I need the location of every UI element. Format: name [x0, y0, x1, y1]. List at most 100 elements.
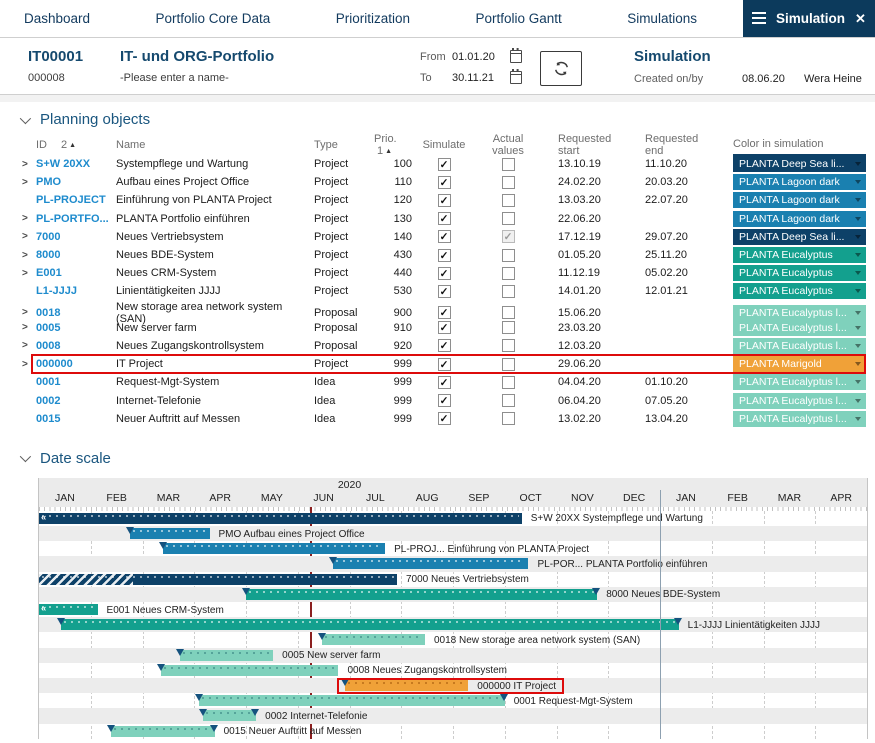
- simulate-checkbox[interactable]: ✓: [438, 339, 451, 352]
- simulate-checkbox[interactable]: ✓: [438, 249, 451, 262]
- chevron-down-icon[interactable]: [20, 112, 31, 123]
- table-row[interactable]: 0001Request-Mgt-SystemIdea999✓04.04.2001…: [18, 373, 866, 391]
- planning-row-id[interactable]: PL-PROJECT: [36, 194, 116, 206]
- table-row[interactable]: 0015Neuer Auftritt auf MessenIdea999✓13.…: [18, 410, 866, 428]
- actual-values-checkbox[interactable]: [502, 358, 515, 371]
- actual-values-checkbox[interactable]: [502, 412, 515, 425]
- simulate-checkbox[interactable]: ✓: [438, 285, 451, 298]
- color-select[interactable]: PLANTA Eucalyptus l...: [733, 374, 866, 390]
- nav-tab-portfolio-core-data[interactable]: Portfolio Core Data: [155, 11, 270, 26]
- gantt-bar[interactable]: [199, 695, 504, 706]
- planning-row-id[interactable]: 7000: [36, 231, 116, 243]
- color-select[interactable]: PLANTA Eucalyptus: [733, 265, 866, 281]
- gantt-bar[interactable]: [345, 680, 468, 691]
- nav-tab-portfolio-gantt[interactable]: Portfolio Gantt: [475, 11, 561, 26]
- actual-values-checkbox[interactable]: [502, 394, 515, 407]
- simulate-checkbox[interactable]: ✓: [438, 230, 451, 243]
- gantt-bar[interactable]: [39, 574, 397, 585]
- planning-row-id[interactable]: 8000: [36, 249, 116, 261]
- color-select[interactable]: PLANTA Lagoon dark: [733, 211, 866, 227]
- actual-values-checkbox[interactable]: [502, 339, 515, 352]
- color-select[interactable]: PLANTA Eucalyptus l...: [733, 411, 866, 427]
- gantt-bar[interactable]: [246, 589, 597, 600]
- actual-values-checkbox[interactable]: ✓: [502, 230, 515, 243]
- planning-row-id[interactable]: 000000: [36, 358, 116, 370]
- table-row[interactable]: >8000Neues BDE-SystemProject430✓01.05.20…: [18, 246, 866, 264]
- col-header-actual-values[interactable]: Actual values: [476, 133, 540, 157]
- gantt-bar[interactable]: [111, 726, 215, 737]
- expand-arrow-icon[interactable]: >: [18, 159, 36, 170]
- portfolio-subtitle[interactable]: -Please enter a name-: [120, 72, 420, 84]
- gantt-bar[interactable]: [333, 558, 528, 569]
- table-row[interactable]: >0005New server farmProposal910✓23.03.20…: [18, 319, 866, 337]
- table-row[interactable]: >000000IT ProjectProject999✓29.06.20PLAN…: [18, 355, 866, 373]
- simulate-checkbox[interactable]: ✓: [438, 394, 451, 407]
- table-row[interactable]: >7000Neues VertriebsystemProject140✓✓17.…: [18, 228, 866, 246]
- col-header-color-in-simulation[interactable]: Color in simulation: [733, 134, 866, 156]
- table-row[interactable]: >0018New storage area network system (SA…: [18, 301, 866, 319]
- planning-row-id[interactable]: 0005: [36, 322, 116, 334]
- actual-values-checkbox[interactable]: [502, 194, 515, 207]
- simulate-checkbox[interactable]: ✓: [438, 412, 451, 425]
- simulate-checkbox[interactable]: ✓: [438, 306, 451, 319]
- nav-tab-prioritization[interactable]: Prioritization: [336, 11, 410, 26]
- calendar-icon[interactable]: [510, 71, 522, 84]
- close-icon[interactable]: ✕: [855, 12, 866, 25]
- gantt-bar[interactable]: [203, 710, 256, 721]
- simulate-checkbox[interactable]: ✓: [438, 358, 451, 371]
- gantt-bar[interactable]: «: [39, 513, 522, 524]
- planning-row-id[interactable]: 0002: [36, 395, 116, 407]
- gantt-bar[interactable]: [180, 650, 273, 661]
- color-select[interactable]: PLANTA Eucalyptus l...: [733, 305, 866, 321]
- from-date-field[interactable]: 01.01.20: [452, 51, 510, 63]
- refresh-button[interactable]: [540, 51, 582, 86]
- col-header-prio[interactable]: Prio.1▲: [374, 133, 412, 157]
- chevron-down-icon[interactable]: [20, 451, 31, 462]
- expand-arrow-icon[interactable]: >: [18, 322, 36, 333]
- table-row[interactable]: >0008Neues ZugangskontrollsystemProposal…: [18, 337, 866, 355]
- color-select[interactable]: PLANTA Eucalyptus l...: [733, 393, 866, 409]
- expand-arrow-icon[interactable]: >: [18, 359, 36, 370]
- gantt-bar[interactable]: [161, 665, 338, 676]
- table-row[interactable]: >S+W 20XXSystempflege und WartungProject…: [18, 155, 866, 173]
- simulate-checkbox[interactable]: ✓: [438, 194, 451, 207]
- col-header-requested-start[interactable]: Requested start: [540, 133, 628, 157]
- actual-values-checkbox[interactable]: [502, 376, 515, 389]
- actual-values-checkbox[interactable]: [502, 267, 515, 280]
- gantt-bar[interactable]: [130, 528, 210, 539]
- gantt-bar[interactable]: [163, 543, 385, 554]
- col-header-requested-end[interactable]: Requested end: [628, 133, 718, 157]
- col-header-id[interactable]: ID2▲: [36, 139, 116, 151]
- simulate-checkbox[interactable]: ✓: [438, 212, 451, 225]
- expand-arrow-icon[interactable]: >: [18, 250, 36, 261]
- col-header-type[interactable]: Type: [314, 139, 374, 151]
- col-header-simulate[interactable]: Simulate: [412, 139, 476, 151]
- simulate-checkbox[interactable]: ✓: [438, 158, 451, 171]
- color-select[interactable]: PLANTA Deep Sea li...: [733, 229, 866, 245]
- col-header-name[interactable]: Name: [116, 139, 314, 151]
- color-select[interactable]: PLANTA Marigold: [733, 356, 866, 372]
- gantt-bar[interactable]: [61, 619, 679, 630]
- color-select[interactable]: PLANTA Deep Sea li...: [733, 156, 866, 172]
- gantt-bar[interactable]: «: [39, 604, 98, 615]
- planning-row-id[interactable]: S+W 20XX: [36, 158, 116, 170]
- expand-arrow-icon[interactable]: >: [18, 340, 36, 351]
- simulate-checkbox[interactable]: ✓: [438, 176, 451, 189]
- planning-row-id[interactable]: PL-PORTFO...: [36, 213, 116, 225]
- planning-row-id[interactable]: 0001: [36, 376, 116, 388]
- expand-arrow-icon[interactable]: >: [18, 177, 36, 188]
- simulate-checkbox[interactable]: ✓: [438, 376, 451, 389]
- gantt-bar[interactable]: [322, 634, 426, 645]
- simulate-checkbox[interactable]: ✓: [438, 267, 451, 280]
- color-select[interactable]: PLANTA Lagoon dark: [733, 174, 866, 190]
- actual-values-checkbox[interactable]: [502, 306, 515, 319]
- table-row[interactable]: PL-PROJECTEinführung von PLANTA ProjectP…: [18, 191, 866, 209]
- date-scale-section-header[interactable]: Date scale: [0, 441, 875, 472]
- tab-simulation-active[interactable]: Simulation ✕: [743, 0, 875, 37]
- color-select[interactable]: PLANTA Eucalyptus l...: [733, 338, 866, 354]
- nav-tab-dashboard[interactable]: Dashboard: [24, 11, 90, 26]
- actual-values-checkbox[interactable]: [502, 285, 515, 298]
- planning-row-id[interactable]: 0008: [36, 340, 116, 352]
- actual-values-checkbox[interactable]: [502, 321, 515, 334]
- color-select[interactable]: PLANTA Eucalyptus: [733, 283, 866, 299]
